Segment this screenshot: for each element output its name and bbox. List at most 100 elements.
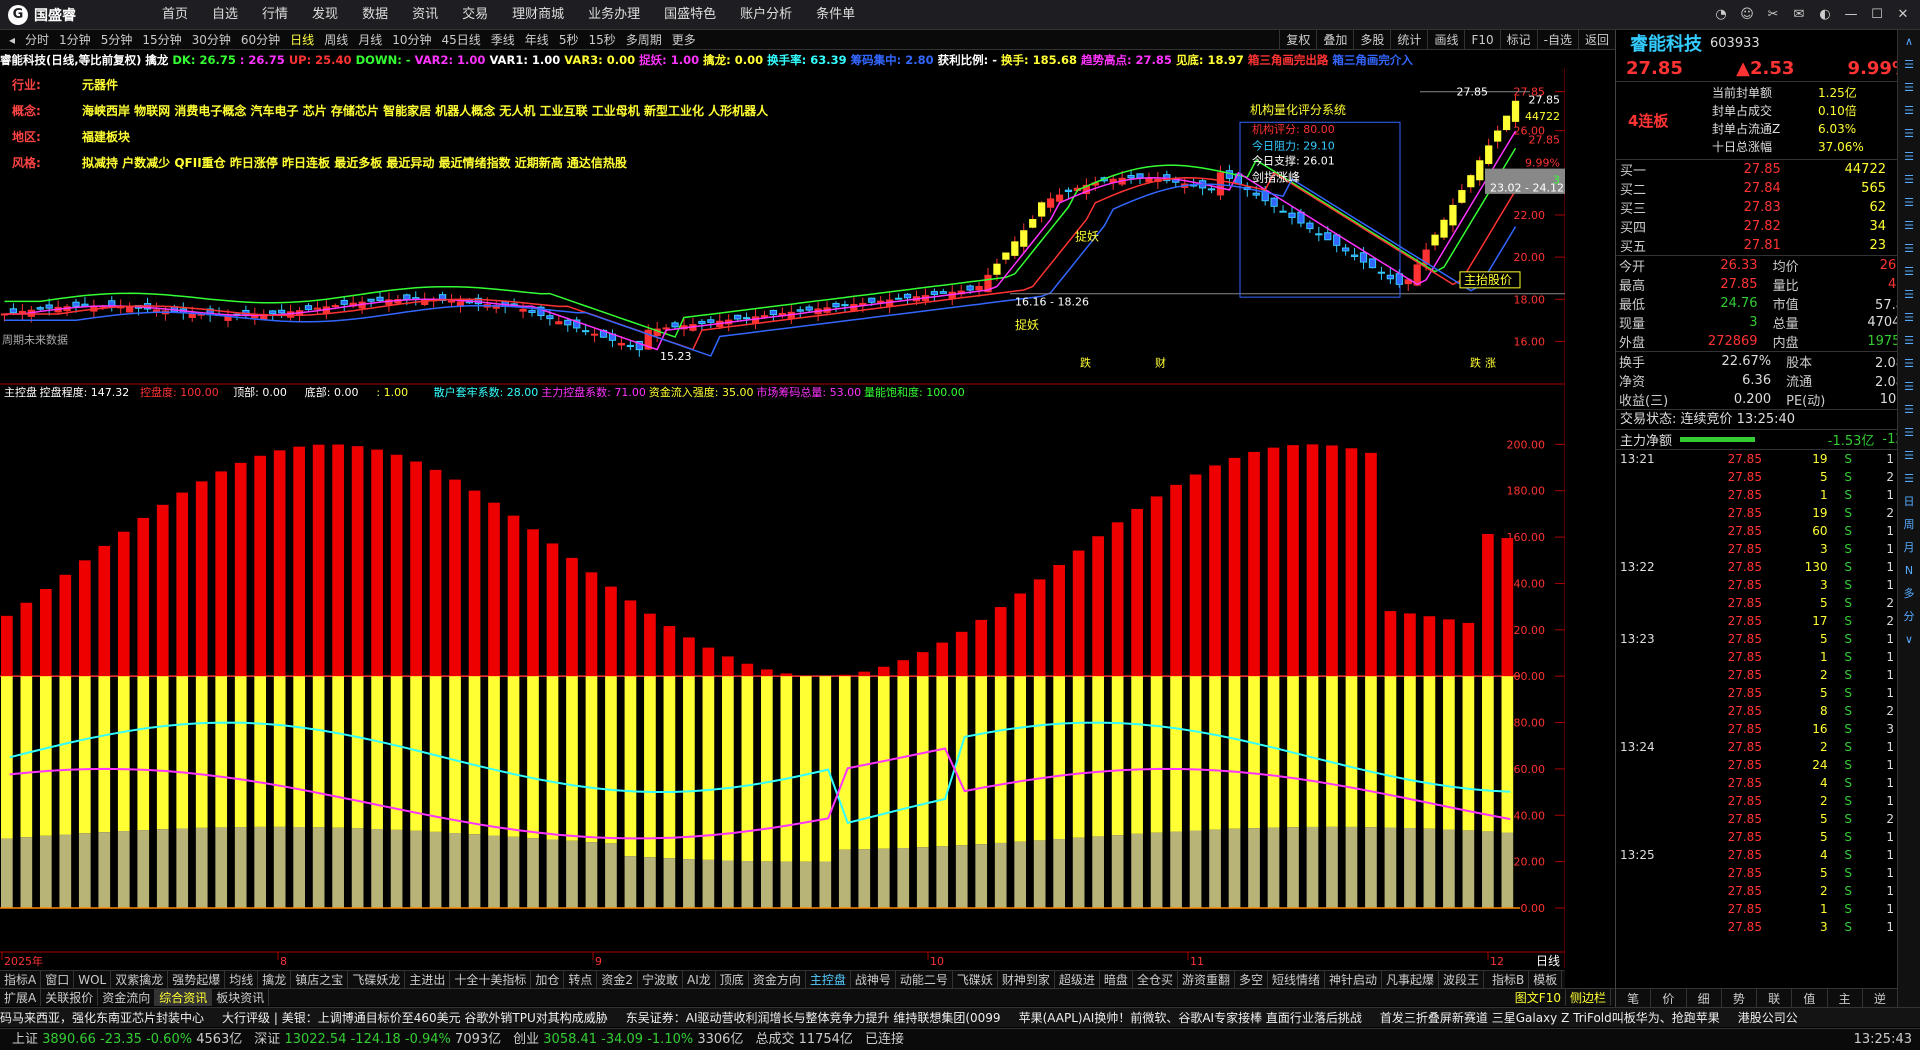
period-1[interactable]: 1分钟 [54,30,96,50]
indicator-tab-19[interactable]: 战神号 [851,971,896,988]
period-13[interactable]: 5秒 [554,30,584,50]
tool-2[interactable]: 多股 [1353,30,1390,50]
nav-item-0[interactable]: 首页 [150,0,200,30]
indicator-tab-28[interactable]: 短线情绪 [1268,971,1325,988]
ext-tab-3[interactable]: 综合资讯 [155,989,213,1006]
quote-tab-0[interactable]: 笔 [1616,989,1652,1008]
nav-item-11[interactable]: 条件单 [804,0,867,30]
tool-3[interactable]: 统计 [1390,30,1427,50]
period-7[interactable]: 周线 [319,30,353,50]
ext-tab-1[interactable]: 关联报价 [41,989,99,1006]
indicator-tab-30[interactable]: 凡事起爆 [1382,971,1440,988]
indicator-tab-15[interactable]: AI龙 [683,971,716,988]
period-0[interactable]: 分时 [20,30,54,50]
period-16[interactable]: 更多 [667,30,701,50]
side-tool-18[interactable]: ☰ [1898,444,1920,467]
indicator-tab-24[interactable]: 暗盘 [1100,971,1133,988]
indicator-tab-7[interactable]: 镇店之宝 [291,971,349,988]
nav-item-5[interactable]: 资讯 [400,0,450,30]
news-ticker[interactable]: 码马来西亚，强化东南亚芯片封装中心 大行评级 | 美银：上调博通目标价至460美元… [0,1007,1920,1027]
quote-tab-4[interactable]: 联 [1757,989,1793,1008]
side-tool-24[interactable]: 多 [1898,582,1920,605]
minimize-icon[interactable]: — [1840,4,1862,26]
side-tool-13[interactable]: ☰ [1898,329,1920,352]
news-item[interactable]: 码马来西亚，强化东南亚芯片封装中心 [0,1011,204,1025]
period-15[interactable]: 多周期 [621,30,667,50]
maximize-icon[interactable]: ☐ [1866,4,1888,26]
period-9[interactable]: 10分钟 [387,30,436,50]
nav-item-6[interactable]: 交易 [450,0,500,30]
side-tool-6[interactable]: ☰ [1898,168,1920,191]
tool-0[interactable]: 复权 [1279,30,1316,50]
indicator-tab-9[interactable]: 主进出 [405,971,451,988]
side-tool-7[interactable]: ☰ [1898,191,1920,214]
side-tool-12[interactable]: ☰ [1898,306,1920,329]
indicator-tab-11[interactable]: 加仓 [531,971,565,988]
side-tool-9[interactable]: ☰ [1898,237,1920,260]
period-8[interactable]: 月线 [353,30,387,50]
side-tool-10[interactable]: ☰ [1898,260,1920,283]
tool-6[interactable]: 标记 [1499,30,1537,50]
nav-item-4[interactable]: 数据 [350,0,400,30]
user-icon[interactable]: ☺ [1736,4,1758,26]
index-cy[interactable]: 创业 3058.41 -34.09 -1.10% 3306亿 [513,1029,743,1050]
side-tool-4[interactable]: ☰ [1898,122,1920,145]
side-tool-26[interactable]: ∨ [1898,628,1920,651]
chart-area[interactable]: 27.8526.0024.0022.0020.0018.0016.0027.85… [0,68,1565,968]
side-tool-15[interactable]: ☰ [1898,375,1920,398]
indicator-tab-29[interactable]: 神针启动 [1325,971,1383,988]
period-4[interactable]: 30分钟 [187,30,236,50]
quote-tab-1[interactable]: 价 [1651,989,1687,1008]
nav-item-8[interactable]: 业务办理 [576,0,652,30]
nav-item-10[interactable]: 账户分析 [728,0,804,30]
indicator-tab-0[interactable]: 指标A [0,971,42,988]
bid-row[interactable]: 买三 27.83 62 [1616,198,1920,217]
side-tool-8[interactable]: ☰ [1898,214,1920,237]
tick-table[interactable]: 13:21 27.85 19 S 1 27.85 5 S 2 27.85 1 S 1 27.85 19 S 2 2… [1616,450,1898,936]
indicator-tab-12[interactable]: 转点 [564,971,598,988]
indicator-tab-8[interactable]: 飞碟妖龙 [348,971,406,988]
ext-tab-0[interactable]: 扩展A [0,989,42,1006]
indicator-tab-1[interactable]: 窗口 [41,971,75,988]
bid-row[interactable]: 买四 27.82 34 [1616,217,1920,236]
side-tool-5[interactable]: ☰ [1898,145,1920,168]
indicator-tab-23[interactable]: 超级进 [1055,971,1100,988]
indicator-tab-26[interactable]: 游资重翻 [1178,971,1235,988]
skin-icon[interactable]: ◐ [1814,4,1836,26]
side-tool-23[interactable]: N [1898,559,1920,582]
side-tool-21[interactable]: 周 [1898,513,1920,536]
nav-item-7[interactable]: 理财商城 [500,0,576,30]
indicator-tab-20[interactable]: 动能二号 [896,971,953,988]
period-5[interactable]: 60分钟 [236,30,285,50]
indicator-tab-4[interactable]: 强势起爆 [168,971,226,988]
tools-icon[interactable]: ✂ [1762,4,1784,26]
quote-tab-6[interactable]: 主 [1828,989,1863,1008]
side-tool-16[interactable]: ☰ [1898,398,1920,421]
indicator-right-0[interactable]: 指标B [1488,971,1530,988]
tool-7[interactable]: -自选 [1536,30,1578,50]
side-tool-14[interactable]: ☰ [1898,352,1920,375]
news-item[interactable]: 苹果(AAPL)AI换帅！前微软、谷歌AI专家接棒 直面行业落后挑战 [1019,1011,1362,1025]
nav-item-2[interactable]: 行情 [250,0,300,30]
ext-tab-4[interactable]: 板块资讯 [212,989,270,1006]
indicator-tab-27[interactable]: 多空 [1235,971,1268,988]
tool-5[interactable]: F10 [1464,30,1499,50]
chat-icon[interactable]: ◔ [1710,4,1732,26]
indicator-tab-22[interactable]: 财神到家 [998,971,1055,988]
indicator-tab-31[interactable]: 波段王 [1439,971,1485,988]
period-2[interactable]: 5分钟 [96,30,138,50]
index-sh[interactable]: 上证 3890.66 -23.35 -0.60% 4563亿 [12,1029,242,1050]
side-tool-0[interactable]: ∧ [1898,30,1920,53]
news-item[interactable]: 东吴证券：AI驱动营收利润增长与整体竞争力提升 维持联想集团(0099 [626,1011,1001,1025]
indicator-tab-10[interactable]: 十全十美指标 [450,971,532,988]
period-6[interactable]: 日线 [285,30,319,50]
quote-tab-7[interactable]: 逆 [1863,989,1898,1008]
side-tool-17[interactable]: ☰ [1898,421,1920,444]
app-logo[interactable]: G 国盛睿 [8,5,76,25]
indicator-tab-3[interactable]: 双紫擒龙 [111,971,169,988]
indicator-tab-13[interactable]: 资金2 [597,971,639,988]
news-item[interactable]: 首发三折叠屏新赛道 三星Galaxy Z TriFold叫板华为、抢跑苹果 [1380,1011,1720,1025]
index-sz[interactable]: 深证 13022.54 -124.18 -0.94% 7093亿 [254,1029,501,1050]
ext-right-0[interactable]: 图文F10 [1511,989,1566,1006]
quote-tab-5[interactable]: 值 [1792,989,1828,1008]
